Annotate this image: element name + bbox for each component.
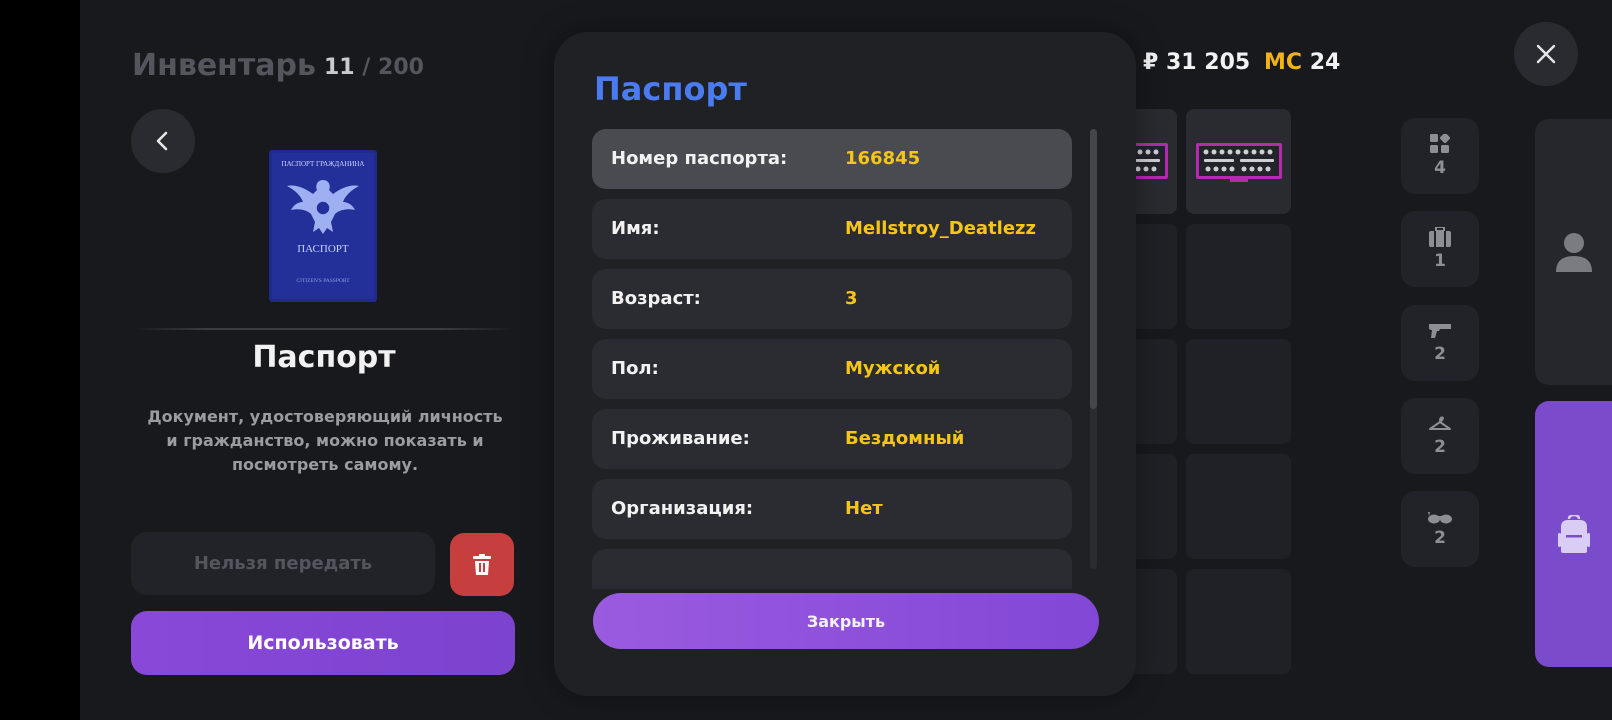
grid-icon (1430, 134, 1450, 153)
inventory-capacity: 11 / 200 (324, 55, 424, 80)
inventory-slot[interactable] (1186, 339, 1291, 444)
item-description: Документ, удостоверяющий личность и граж… (147, 407, 503, 474)
detail-value: 166845 (845, 148, 921, 169)
tool-case-icon (1195, 142, 1282, 182)
category-count: 2 (1434, 344, 1446, 364)
glasses-icon (1428, 512, 1452, 524)
category-items-button[interactable]: 1 (1401, 211, 1479, 287)
mc-label: MC (1264, 50, 1303, 75)
chevron-left-icon (156, 131, 168, 151)
detail-row-organization: Организация: Нет (592, 479, 1072, 539)
rub-symbol: ₽ (1143, 50, 1159, 75)
backpack-icon (1557, 515, 1590, 553)
inventory-slot[interactable] (1186, 109, 1291, 214)
hanger-icon (1429, 416, 1451, 430)
detail-label: Проживание: (611, 428, 750, 449)
detail-value: 3 (845, 288, 858, 309)
modal-title: Паспорт (594, 70, 747, 108)
inventory-slot[interactable] (1186, 569, 1291, 674)
passport-image-bottom-label: CITIZEN'S PASSPORT (296, 278, 350, 284)
passport-details-list[interactable]: Номер паспорта: 166845 Имя: Mellstroy_De… (592, 129, 1072, 589)
detail-label: Возраст: (611, 288, 701, 309)
detail-row-age: Возраст: 3 (592, 269, 1072, 329)
category-count: 4 (1434, 158, 1446, 178)
passport-modal: Паспорт Номер паспорта: 166845 Имя: Mell… (554, 32, 1136, 696)
mc-value: 24 (1309, 50, 1341, 75)
detail-value: Mellstroy_Deatlezz (845, 218, 1036, 239)
passport-image-middle-label: ПАСПОРТ (297, 243, 349, 255)
inventory-count: 11 (324, 55, 355, 80)
detail-label: Номер паспорта: (611, 148, 788, 169)
inventory-max: 200 (378, 55, 424, 80)
category-all-button[interactable]: 4 (1401, 118, 1479, 194)
close-icon (1536, 44, 1556, 64)
detail-label: Организация: (611, 498, 754, 519)
delete-button[interactable] (450, 533, 514, 596)
detail-value: Бездомный (845, 428, 965, 449)
rub-balance: ₽ 31 205 (1143, 50, 1250, 75)
category-clothes-button[interactable]: 2 (1401, 398, 1479, 474)
detail-value: Мужской (845, 358, 941, 379)
category-weapons-button[interactable]: 2 (1401, 305, 1479, 381)
category-accessories-button[interactable]: 2 (1401, 491, 1479, 567)
category-count: 1 (1434, 251, 1446, 271)
inventory-title: Инвентарь (132, 48, 316, 83)
pistol-icon (1429, 324, 1451, 338)
detail-row-partial (592, 549, 1072, 589)
detail-label: Пол: (611, 358, 659, 379)
detail-row-passport-number: Номер паспорта: 166845 (592, 129, 1072, 189)
item-name: Паспорт (252, 340, 396, 375)
detail-row-residence: Проживание: Бездомный (592, 409, 1072, 469)
user-icon (1555, 233, 1592, 272)
category-count: 2 (1434, 528, 1446, 548)
detail-value: Нет (845, 498, 883, 519)
inventory-screen: Инвентарь 11 / 200 ПАСПОРТ ГРАЖДАНИНА ПА… (80, 0, 1612, 720)
passport-image-top-label: ПАСПОРТ ГРАЖДАНИНА (282, 160, 365, 168)
suitcase-icon (1429, 227, 1451, 247)
close-inventory-button[interactable] (1514, 22, 1578, 86)
divider (132, 328, 516, 330)
inventory-slot[interactable] (1186, 454, 1291, 559)
detail-row-gender: Пол: Мужской (592, 339, 1072, 399)
category-count: 2 (1434, 437, 1446, 457)
rub-value: 31 205 (1165, 50, 1251, 75)
mc-balance: MC 24 (1264, 50, 1340, 75)
modal-close-button[interactable]: Закрыть (593, 593, 1099, 649)
scrollbar-thumb[interactable] (1090, 129, 1097, 409)
use-button[interactable]: Использовать (131, 611, 515, 675)
passport-image: ПАСПОРТ ГРАЖДАНИНА ПАСПОРТ CITIZEN'S PAS… (269, 150, 377, 302)
back-button[interactable] (131, 109, 195, 173)
no-transfer-button: Нельзя передать (131, 532, 435, 595)
tab-character[interactable] (1535, 119, 1612, 385)
trash-icon (473, 553, 491, 575)
inventory-slot[interactable] (1186, 224, 1291, 329)
tab-backpack[interactable] (1535, 401, 1612, 667)
detail-row-name: Имя: Mellstroy_Deatlezz (592, 199, 1072, 259)
detail-label: Имя: (611, 218, 660, 239)
inventory-count-separator: / (362, 55, 371, 80)
